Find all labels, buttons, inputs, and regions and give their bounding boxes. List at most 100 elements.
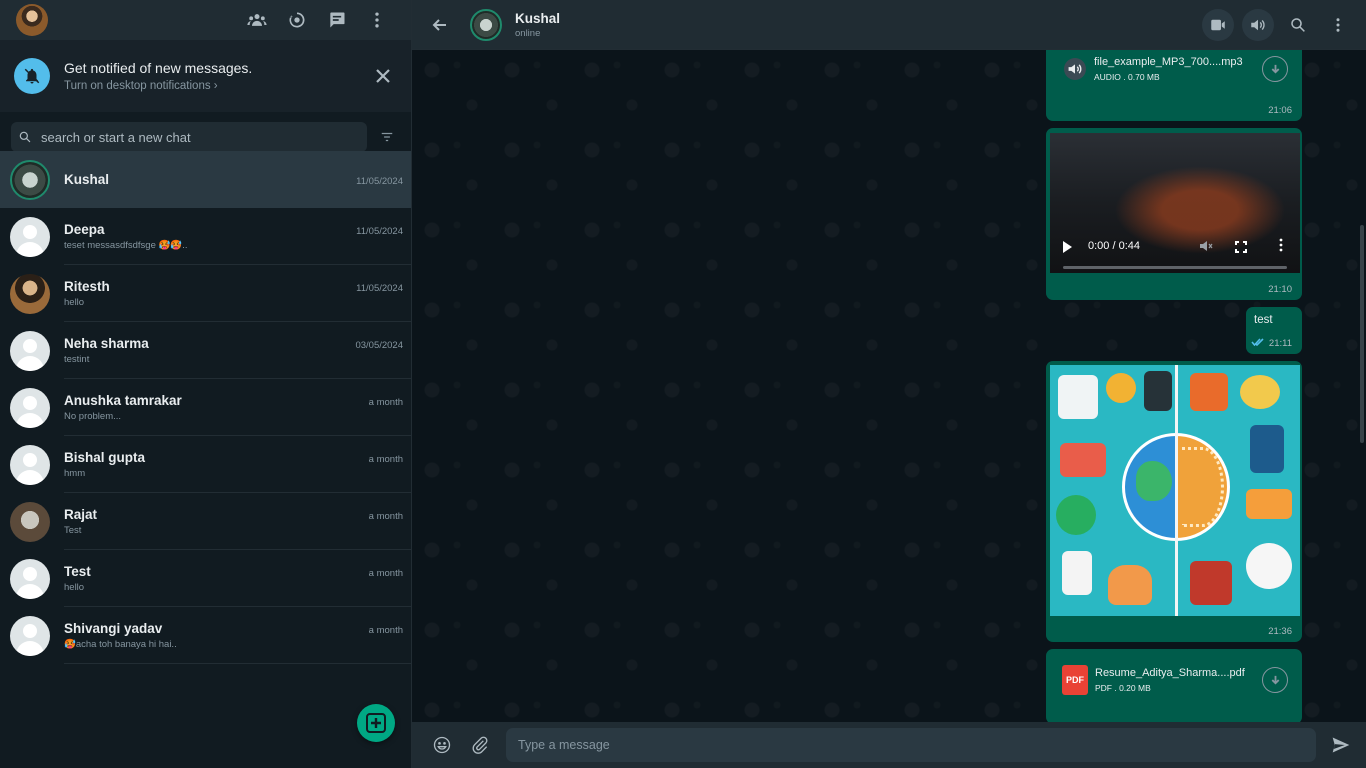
chat-name: Neha sharma (64, 335, 149, 351)
chat-body: Bishal gupta a month hmm (64, 436, 411, 493)
chat-name: Deepa (64, 221, 105, 237)
chat-preview: Test (64, 524, 82, 536)
play-icon[interactable] (1063, 241, 1072, 253)
menu-icon[interactable] (357, 0, 397, 40)
file-meta: AUDIO . 0.70 MB (1094, 72, 1160, 82)
chat-preview: hmm (64, 467, 86, 479)
message-time: 21:11 (1268, 338, 1292, 349)
text-message[interactable]: test 21:11 (1246, 307, 1302, 354)
search-input[interactable] (41, 129, 341, 145)
chat-item-neha-sharma[interactable]: Neha sharma 03/05/2024 testint (0, 322, 411, 379)
speaker-icon[interactable] (1242, 8, 1274, 41)
video-player[interactable]: 0:00 / 0:44 (1050, 133, 1300, 273)
back-arrow-icon[interactable] (426, 11, 454, 39)
menu-icon[interactable] (1322, 9, 1354, 41)
chat-name: Anushka tamrakar (64, 392, 182, 408)
chat-time: 11/05/2024 (356, 225, 403, 237)
avatar (10, 558, 50, 599)
avatar (10, 330, 50, 371)
chat-preview: testint (64, 353, 90, 365)
emoji-icon[interactable] (430, 733, 454, 757)
filter-icon[interactable] (375, 125, 399, 149)
message-input[interactable] (506, 728, 1316, 762)
message-text: test (1254, 314, 1273, 326)
chat-time: 03/05/2024 (355, 339, 403, 351)
my-avatar[interactable] (16, 4, 48, 36)
conversation-panel: Kushal online file_example_MP3_700....mp… (412, 0, 1366, 768)
bell-off-icon (14, 58, 50, 94)
avatar (10, 444, 50, 485)
download-icon[interactable] (1262, 667, 1288, 693)
avatar (10, 216, 50, 257)
audio-message[interactable]: file_example_MP3_700....mp3 AUDIO . 0.70… (1046, 50, 1302, 121)
message-time: 21:36 (1268, 626, 1292, 637)
file-meta: PDF . 0.20 MB (1095, 683, 1151, 693)
chat-time: a month (368, 453, 403, 465)
chat-item-kushal[interactable]: Kushal 11/05/2024 (0, 151, 411, 208)
chat-name: Ritesth (64, 278, 110, 294)
chat-time: a month (368, 510, 403, 522)
new-chat-fab-button[interactable] (357, 704, 395, 742)
video-progress-bar[interactable] (1063, 266, 1287, 269)
chat-name: Rajat (64, 506, 98, 522)
chat-time: a month (368, 624, 403, 636)
chat-name: Kushal (64, 172, 110, 187)
more-options-icon[interactable] (1276, 238, 1286, 252)
avatar (10, 159, 50, 200)
whatsapp-web-app: Get notified of new messages. Turn on de… (0, 0, 1366, 768)
file-name: Resume_Aditya_Sharma....pdf (1095, 667, 1245, 679)
chat-body: Anushka tamrakar a month No problem... (64, 379, 411, 436)
fullscreen-icon[interactable] (1235, 240, 1247, 253)
attach-icon[interactable] (468, 733, 492, 757)
sidebar-header (0, 0, 411, 40)
chat-item-deepa[interactable]: Deepa 11/05/2024 teset messasdfsdfsge 🥵🥵… (0, 208, 411, 265)
image-message[interactable]: 21:36 (1046, 361, 1302, 642)
avatar (10, 273, 50, 314)
download-icon[interactable] (1262, 56, 1288, 82)
conversation-header: Kushal online (412, 0, 1366, 50)
chat-time: a month (368, 567, 403, 579)
chat-time: a month (368, 396, 403, 408)
chat-time: 11/05/2024 (356, 176, 403, 187)
double-check-icon (1251, 338, 1264, 349)
message-time: 21:10 (1268, 284, 1292, 295)
new-chat-icon[interactable] (317, 0, 357, 40)
contact-info[interactable]: Kushal online (515, 11, 1194, 39)
chat-item-rajat[interactable]: Rajat a month Test (0, 493, 411, 550)
video-message[interactable]: 0:00 / 0:44 21:10 (1046, 128, 1302, 300)
message-time: 21:06 (1268, 105, 1292, 116)
search-box[interactable] (11, 122, 367, 152)
chat-body: Rajat a month Test (64, 493, 411, 550)
video-call-icon[interactable] (1202, 8, 1234, 41)
notification-title: Get notified of new messages. (64, 60, 253, 76)
chat-preview: hello (64, 296, 85, 308)
scrollbar[interactable] (1360, 225, 1364, 443)
send-icon[interactable] (1328, 732, 1354, 758)
mute-icon[interactable] (1199, 239, 1213, 253)
pdf-message[interactable]: PDF Resume_Aditya_Sharma....pdf PDF . 0.… (1046, 649, 1302, 722)
video-controls: 0:00 / 0:44 (1050, 233, 1300, 273)
enable-notifications-link[interactable]: Turn on desktop notifications › (64, 80, 371, 92)
message-list[interactable]: file_example_MP3_700....mp3 AUDIO . 0.70… (412, 50, 1366, 722)
shared-image[interactable] (1050, 365, 1300, 616)
avatar (10, 501, 50, 542)
close-icon[interactable] (371, 64, 395, 88)
chat-item-anushka-tamrakar[interactable]: Anushka tamrakar a month No problem... (0, 379, 411, 436)
chat-item-shivangi-yadav[interactable]: Shivangi yadav a month 🥵acha toh banaya … (0, 607, 411, 664)
contact-name: Kushal (515, 10, 561, 26)
chat-item-test[interactable]: Test a month hello (0, 550, 411, 607)
notification-text: Get notified of new messages. Turn on de… (64, 60, 371, 92)
chat-list: Kushal 11/05/2024 Deepa 11/05/2024 teset… (0, 151, 411, 664)
speaker-icon (1062, 56, 1088, 82)
communities-icon[interactable] (237, 0, 277, 40)
contact-avatar[interactable] (470, 8, 502, 41)
notification-banner[interactable]: Get notified of new messages. Turn on de… (0, 40, 411, 112)
chat-item-bishal-gupta[interactable]: Bishal gupta a month hmm (0, 436, 411, 493)
chat-item-ritesth[interactable]: Ritesth 11/05/2024 hello (0, 265, 411, 322)
status-icon[interactable] (277, 0, 317, 40)
chat-body: Ritesth 11/05/2024 hello (64, 265, 411, 322)
chat-body: Shivangi yadav a month 🥵acha toh banaya … (64, 607, 411, 664)
sidebar: Get notified of new messages. Turn on de… (0, 0, 412, 768)
search-icon (19, 131, 31, 143)
search-icon[interactable] (1282, 9, 1314, 41)
